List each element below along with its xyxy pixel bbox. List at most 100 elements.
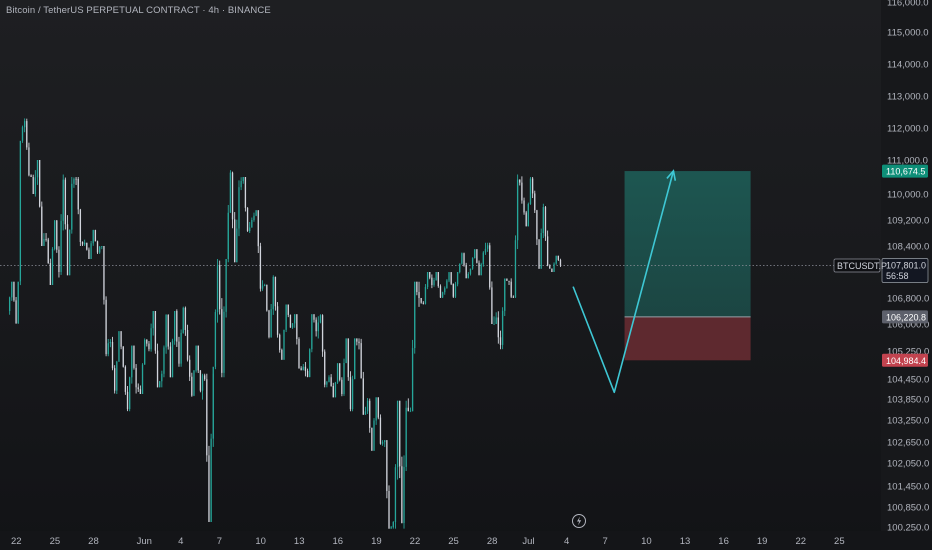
- candle: [540, 228, 542, 269]
- candle: [480, 262, 482, 276]
- candle: [351, 375, 354, 412]
- candle: [8, 296, 11, 315]
- lightning-icon[interactable]: [572, 514, 586, 528]
- candle: [165, 314, 167, 354]
- candle: [386, 440, 388, 499]
- price-tick-label: 103,250.0: [887, 416, 929, 427]
- candle: [109, 339, 112, 348]
- candle: [126, 386, 129, 412]
- date-tick-label: 22: [795, 536, 806, 547]
- candle: [144, 338, 146, 365]
- candle: [444, 286, 446, 295]
- candle: [504, 278, 506, 317]
- candle: [285, 304, 287, 333]
- candle: [88, 247, 90, 259]
- candle: [324, 349, 326, 388]
- candle: [319, 314, 322, 324]
- candle: [105, 296, 107, 357]
- candle: [281, 348, 283, 360]
- candle: [491, 281, 493, 324]
- candle: [135, 364, 137, 394]
- candle: [152, 311, 154, 336]
- candle: [75, 177, 77, 186]
- candle: [30, 174, 32, 177]
- candle: [101, 246, 103, 250]
- candle: [26, 118, 28, 150]
- candle: [176, 309, 178, 347]
- candle: [416, 281, 418, 296]
- candle: [38, 160, 41, 208]
- candle: [139, 385, 142, 394]
- candle: [96, 240, 99, 255]
- candle: [510, 278, 512, 298]
- candle: [557, 255, 559, 262]
- candle: [441, 291, 444, 298]
- candle: [426, 272, 429, 290]
- candle: [156, 343, 159, 388]
- candle: [525, 210, 527, 227]
- date-tick-label: 28: [88, 536, 99, 547]
- candle: [315, 317, 317, 337]
- price-tick-label: 115,000.0: [887, 28, 929, 39]
- candle: [197, 345, 199, 373]
- candle: [234, 212, 236, 263]
- candle: [332, 382, 334, 398]
- candle: [45, 233, 47, 242]
- candle: [283, 329, 285, 360]
- candle: [274, 276, 277, 311]
- date-tick-label: Jun: [137, 536, 152, 547]
- candle: [68, 229, 71, 276]
- date-tick-label: 25: [50, 536, 61, 547]
- candle: [150, 323, 152, 352]
- candle: [527, 202, 529, 227]
- date-tick-label: 7: [603, 536, 608, 547]
- date-tick-label: 4: [564, 536, 569, 547]
- candle: [306, 368, 309, 378]
- candle: [512, 295, 514, 298]
- candle: [287, 304, 289, 318]
- candle: [133, 345, 135, 370]
- candle: [514, 235, 517, 298]
- price-chart[interactable]: 100,250.0100,850.0101,450.0102,050.0102,…: [0, 0, 932, 550]
- candle: [388, 485, 390, 529]
- date-tick-label: 25: [448, 536, 459, 547]
- candle: [23, 118, 26, 133]
- candle: [403, 455, 405, 529]
- candle: [257, 210, 259, 254]
- chart-root[interactable]: 100,250.0 100,850.0 101,450.0 102,050.0 102,…: [0, 0, 932, 550]
- candle: [58, 246, 60, 278]
- candle: [538, 239, 540, 269]
- candle: [28, 142, 30, 177]
- candle: [356, 338, 358, 346]
- date-tick-label: 16: [333, 536, 344, 547]
- candle: [343, 358, 345, 396]
- price-tick-label: 109,200.0: [887, 216, 929, 227]
- candle: [364, 406, 367, 415]
- entry-price-label: 106,220.8: [886, 312, 926, 322]
- candle: [448, 272, 450, 283]
- candle: [435, 272, 437, 281]
- candle: [523, 197, 525, 215]
- candle: [189, 355, 191, 381]
- candle: [411, 339, 414, 412]
- candle: [431, 274, 433, 289]
- candle: [341, 377, 343, 397]
- candle: [474, 249, 476, 259]
- candle: [86, 242, 88, 251]
- candle: [246, 207, 249, 232]
- candle: [396, 400, 399, 480]
- date-tick-label: 4: [178, 536, 183, 547]
- candle: [169, 342, 172, 378]
- candle: [163, 345, 165, 378]
- candle: [276, 302, 279, 338]
- candle: [60, 214, 62, 275]
- candle: [544, 205, 547, 241]
- candle: [11, 281, 13, 301]
- candle: [482, 251, 484, 267]
- candle: [495, 312, 497, 324]
- candle: [521, 176, 523, 204]
- candle: [261, 280, 264, 291]
- candle: [49, 258, 52, 285]
- candle: [56, 220, 58, 253]
- candle: [381, 440, 384, 446]
